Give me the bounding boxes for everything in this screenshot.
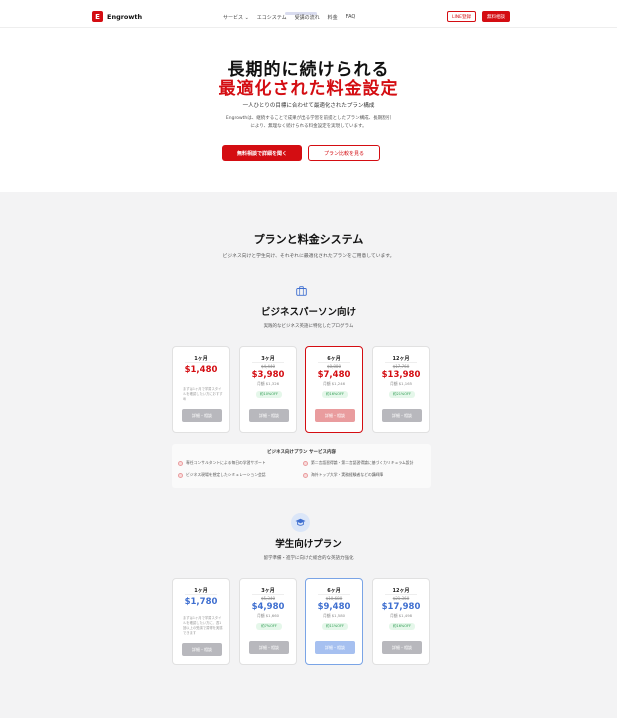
discount-badge: 約21%OFF [389, 391, 415, 398]
divider [185, 362, 217, 363]
discount-badge: 約7%OFF [256, 623, 282, 630]
discount-badge: 約11%OFF [322, 623, 348, 630]
plan-original-price: $10,680 [325, 596, 343, 601]
services-title: ビジネス向けプラン サービス内容 [266, 450, 337, 455]
divider [318, 362, 350, 363]
plan-monthly: 月額 $1,660 [256, 613, 280, 618]
plan-period: 12ヶ月 [392, 356, 410, 362]
check-icon [303, 472, 308, 478]
plan-original-price: $21,360 [392, 596, 410, 601]
main-nav: サービス ⌄ エコシステム 受講の流れ 料金 FAQ [223, 14, 355, 21]
plan-consult-button[interactable]: 詳細・相談 [249, 409, 289, 422]
hero-title-line2: 最適化された料金設定 [218, 79, 399, 99]
nav-item-faq[interactable]: FAQ [346, 14, 356, 21]
business-plan-title: ビジネスパーソン向け [260, 307, 356, 318]
student-plan-card-12m[interactable]: 12ヶ月 $21,360 $17,980 月額 $1,498 約16%OFF 詳… [372, 578, 430, 665]
plan-consult-button[interactable]: 詳細・相談 [315, 641, 355, 654]
plan-consult-button[interactable]: 詳細・相談 [249, 641, 289, 654]
plan-original-price: $4,440 [261, 364, 275, 369]
plan-consult-button[interactable]: 詳細・相談 [182, 643, 222, 656]
plan-note: まずは1ヶ月で学習スタイルを確認したい方に、週1回以上の受講で習得を実感できます [183, 616, 223, 635]
plan-price: $13,980 [381, 370, 421, 380]
plan-period: 12ヶ月 [392, 588, 410, 594]
plan-price: $7,480 [317, 370, 351, 380]
divider [252, 362, 284, 363]
business-plan-card-1m[interactable]: 1ヶ月 $1,480 まずは1ヶ月で学習スタイルを確認したい方におすすめ 詳細・… [172, 346, 230, 433]
hero-desc-line1: Engrowthは、継続することで成果が出る学習を前提としたプラン構成、長期割引 [225, 116, 392, 121]
plan-period: 3ヶ月 [261, 588, 275, 594]
nav-item-flow[interactable]: 受講の流れ [295, 14, 320, 21]
consult-details-button[interactable]: 無料相談で詳細を聞く [222, 145, 302, 161]
student-plan-card-1m[interactable]: 1ヶ月 $1,780 まずは1ヶ月で学習スタイルを確認したい方に、週1回以上の受… [172, 578, 230, 665]
plan-monthly: 月額 $1,165 [389, 381, 413, 386]
plan-period: 6ヶ月 [327, 588, 341, 594]
hero-section: 長期的に続けられる 最適化された料金設定 一人ひとりの目標に合わせて最適化された… [0, 28, 617, 192]
nav-item-ecosystem[interactable]: エコシステム [257, 14, 287, 21]
compare-plans-button[interactable]: プラン比較を見る [308, 145, 380, 161]
plans-section: プランと料金システム ビジネス向けと学生向け、それぞれに最適化されたプランをご用… [0, 192, 617, 718]
plan-consult-button[interactable]: 詳細・相談 [182, 409, 222, 422]
service-item: 専任コンサルタントによる毎日の学習サポート [178, 460, 266, 466]
line-register-button[interactable]: LINE登録 [447, 11, 476, 22]
business-plan-card-12m[interactable]: 12ヶ月 $17,760 $13,980 月額 $1,165 約21%OFF 詳… [372, 346, 430, 433]
plan-price: $1,480 [184, 365, 218, 375]
service-item: 海外トップ大学・実務経験者などの講師陣 [303, 472, 383, 478]
brand-name: Engrowth [107, 12, 143, 21]
plan-price: $17,980 [381, 602, 421, 612]
divider [318, 594, 350, 595]
hero-desc-line2: により、無理なく続けられる料金設定を実現しています。 [250, 124, 367, 129]
logo-icon: E [92, 11, 103, 22]
student-plan-subtitle: 留学準備・進学に向けた総合的な英語力強化 [263, 556, 354, 561]
student-plan-card-3m[interactable]: 3ヶ月 $5,340 $4,980 月額 $1,660 約7%OFF 詳細・相談 [239, 578, 297, 665]
discount-badge: 約16%OFF [389, 623, 415, 630]
discount-badge: 約16%OFF [322, 391, 348, 398]
business-plan-subtitle: 実践的なビジネス英語に特化したプログラム [263, 324, 354, 329]
business-plan-card-6m[interactable]: 6ヶ月 $8,880 $7,480 月額 $1,246 約16%OFF 詳細・相… [305, 346, 363, 433]
divider [185, 594, 217, 595]
plan-consult-button[interactable]: 詳細・相談 [382, 641, 422, 654]
hero-subtitle: 一人ひとりの目標に合わせて最適化されたプラン構成 [242, 103, 375, 109]
discount-badge: 約10%OFF [256, 391, 282, 398]
plan-price: $1,780 [184, 597, 218, 607]
plan-note: まずは1ヶ月で学習スタイルを確認したい方におすすめ [183, 387, 223, 401]
business-plan-card-3m[interactable]: 3ヶ月 $4,440 $3,980 月額 $1,326 約10%OFF 詳細・相… [239, 346, 297, 433]
site-header: E Engrowth サービス ⌄ エコシステム 受講の流れ 料金 FAQ LI… [0, 6, 617, 28]
divider [385, 362, 417, 363]
plan-period: 3ヶ月 [261, 356, 275, 362]
plan-price: $3,980 [251, 370, 285, 380]
plan-price: $4,980 [251, 602, 285, 612]
plan-period: 1ヶ月 [194, 588, 208, 594]
check-icon [178, 472, 183, 478]
nav-item-pricing[interactable]: 料金 [328, 14, 338, 21]
service-item: 第二言語習得論・第二言語習得論に基づくカリキュラム設計 [303, 460, 413, 466]
plan-original-price: $5,340 [261, 596, 275, 601]
plan-consult-button[interactable]: 詳細・相談 [315, 409, 355, 422]
check-icon [178, 460, 183, 466]
brand-logo[interactable]: E Engrowth [92, 11, 142, 22]
plan-period: 1ヶ月 [194, 356, 208, 362]
check-icon [303, 460, 308, 466]
free-consult-button[interactable]: 無料相談 [482, 11, 510, 22]
briefcase-icon [296, 286, 307, 296]
service-item: ビジネス現場を想定したシミュレーション会話 [178, 472, 266, 478]
hero-description: Engrowthは、継続することで成果が出る学習を前提としたプラン構成、長期割引… [216, 115, 401, 131]
student-plan-title: 学生向けプラン [275, 539, 342, 550]
plan-price: $9,480 [317, 602, 351, 612]
plan-monthly: 月額 $1,326 [256, 381, 280, 386]
nav-item-services[interactable]: サービス ⌄ [223, 14, 249, 21]
divider [252, 594, 284, 595]
graduation-cap-icon [291, 513, 310, 532]
plan-consult-button[interactable]: 詳細・相談 [382, 409, 422, 422]
divider [385, 594, 417, 595]
plans-subtitle: ビジネス向けと学生向け、それぞれに最適化されたプランをご用意しています。 [222, 254, 395, 259]
plan-monthly: 月額 $1,498 [389, 613, 413, 618]
plans-title: プランと料金システム [253, 233, 364, 246]
business-services-box: ビジネス向けプラン サービス内容 専任コンサルタントによる毎日の学習サポート ビ… [172, 444, 431, 488]
plan-original-price: $17,760 [392, 364, 410, 369]
plan-monthly: 月額 $1,580 [322, 613, 346, 618]
student-plan-card-6m[interactable]: 6ヶ月 $10,680 $9,480 月額 $1,580 約11%OFF 詳細・… [305, 578, 363, 665]
plan-original-price: $8,880 [327, 364, 341, 369]
plan-monthly: 月額 $1,246 [322, 381, 346, 386]
plan-period: 6ヶ月 [327, 356, 341, 362]
